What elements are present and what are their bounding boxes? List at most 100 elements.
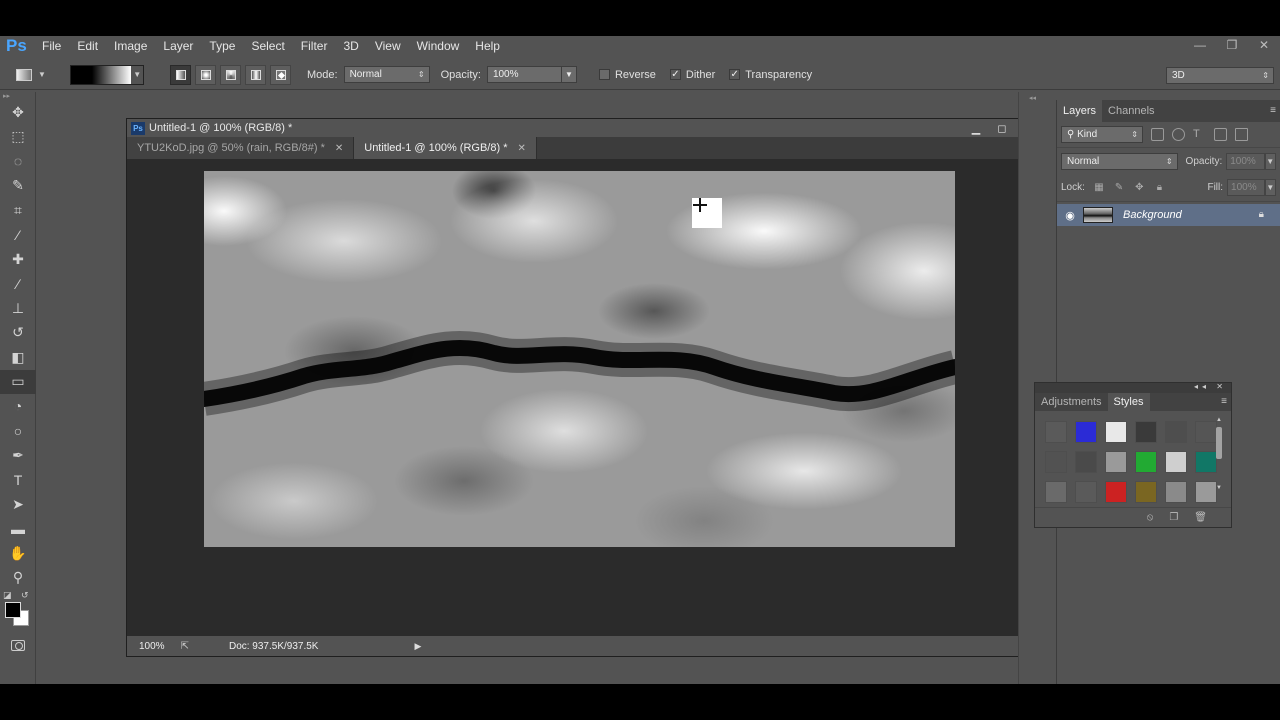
menu-window[interactable]: Window — [409, 36, 468, 56]
transparency-checkbox[interactable]: ✓ — [729, 69, 741, 80]
menu-view[interactable]: View — [367, 36, 409, 56]
reverse-option[interactable]: Reverse — [598, 69, 656, 81]
dodge-tool-icon[interactable]: ○ — [0, 419, 36, 444]
pixel-filter-icon[interactable] — [1151, 128, 1164, 141]
tab-channels[interactable]: Channels — [1102, 100, 1160, 122]
lasso-tool-icon[interactable]: ◌ — [0, 149, 36, 174]
menu-filter[interactable]: Filter — [293, 36, 336, 56]
tab-untitled-1[interactable]: Untitled-1 @ 100% (RGB/8) * ✕ — [354, 137, 537, 159]
style-swatch[interactable] — [1045, 451, 1067, 473]
smart-object-filter-icon[interactable] — [1235, 128, 1248, 141]
quick-selection-tool-icon[interactable]: ✎ — [0, 174, 36, 199]
menu-layer[interactable]: Layer — [155, 36, 201, 56]
swap-colors-icon[interactable]: ↺ — [21, 590, 29, 601]
healing-brush-tool-icon[interactable]: ✚ — [0, 247, 36, 272]
type-filter-icon[interactable]: T — [1193, 128, 1206, 141]
export-icon[interactable]: ⇱ — [181, 641, 189, 652]
panel-grip[interactable]: ▸▸ — [0, 92, 35, 100]
marquee-tool-icon[interactable]: ⬚ — [0, 125, 36, 150]
rectangle-tool-icon[interactable]: ▬ — [0, 517, 36, 542]
style-swatch[interactable] — [1165, 421, 1187, 443]
close-button[interactable]: ✕ — [1248, 36, 1280, 56]
panel-header-bar[interactable]: ◂◂ ✕ — [1035, 382, 1231, 393]
chevron-down-icon[interactable]: ▼ — [1264, 152, 1276, 170]
style-swatch[interactable] — [1105, 421, 1127, 443]
foreground-color[interactable] — [5, 602, 21, 618]
lock-position-icon[interactable]: ✥ — [1133, 182, 1145, 194]
style-swatch[interactable] — [1045, 481, 1067, 503]
hand-tool-icon[interactable]: ✋ — [0, 541, 36, 566]
gradient-preview[interactable] — [71, 65, 132, 84]
trash-icon[interactable]: 🗑︎ — [1194, 512, 1207, 523]
shape-filter-icon[interactable] — [1214, 128, 1227, 141]
style-swatch[interactable] — [1045, 421, 1067, 443]
minimize-button[interactable]: — — [1184, 36, 1216, 56]
default-colors-icon[interactable]: ◪ — [3, 590, 12, 601]
menu-help[interactable]: Help — [467, 36, 508, 56]
document-titlebar[interactable]: Ps Untitled-1 @ 100% (RGB/8) * ▁ ◻ ✕ — [127, 119, 1047, 137]
style-swatch[interactable] — [1195, 451, 1217, 473]
zoom-tool-icon[interactable]: ⚲ — [0, 566, 36, 591]
blend-mode-dropdown[interactable]: Normal ⇕ — [1061, 152, 1178, 170]
eraser-tool-icon[interactable]: ◧ — [0, 345, 36, 370]
eyedropper-tool-icon[interactable]: ⁄ — [0, 223, 36, 248]
menu-type[interactable]: Type — [201, 36, 243, 56]
close-icon[interactable]: ✕ — [335, 143, 343, 154]
style-swatch[interactable] — [1135, 481, 1157, 503]
history-brush-tool-icon[interactable]: ↺ — [0, 321, 36, 346]
eye-icon[interactable]: ◉ — [1057, 209, 1083, 222]
scroll-down-icon[interactable]: ▼ — [1215, 485, 1223, 493]
style-swatch[interactable] — [1075, 481, 1097, 503]
angle-gradient-button[interactable] — [220, 64, 241, 85]
move-tool-icon[interactable]: ✥ — [0, 100, 36, 125]
scroll-up-icon[interactable]: ▲ — [1215, 417, 1223, 425]
canvas-image[interactable] — [204, 171, 955, 547]
transparency-option[interactable]: ✓ Transparency — [729, 69, 812, 81]
style-swatch[interactable] — [1135, 451, 1157, 473]
diamond-gradient-button[interactable] — [270, 64, 291, 85]
style-swatch[interactable] — [1195, 421, 1217, 443]
panel-grip[interactable]: ◂◂ — [1019, 92, 1048, 102]
close-icon[interactable]: ✕ — [517, 143, 525, 154]
crop-tool-icon[interactable]: ⌗ — [0, 198, 36, 223]
opacity-field[interactable]: 100% ▼ — [486, 66, 577, 83]
clone-stamp-tool-icon[interactable]: ⊥ — [0, 296, 36, 321]
lock-image-icon[interactable]: ✎ — [1113, 182, 1125, 194]
blur-tool-icon[interactable]: ◔ — [0, 394, 36, 419]
opacity-value[interactable]: 100% — [488, 67, 562, 82]
tab-layers[interactable]: Layers — [1057, 100, 1103, 122]
radial-gradient-button[interactable] — [195, 64, 216, 85]
doc-minimize-button[interactable]: ▁ — [967, 122, 985, 135]
kind-filter-dropdown[interactable]: ⚲ Kind ⇕ — [1061, 126, 1143, 143]
style-swatch[interactable] — [1105, 451, 1127, 473]
menu-file[interactable]: File — [34, 36, 69, 56]
play-arrow-icon[interactable]: ▶ — [414, 641, 421, 652]
menu-3d[interactable]: 3D — [335, 36, 366, 56]
style-swatch[interactable] — [1195, 481, 1217, 503]
tab-styles[interactable]: Styles — [1107, 393, 1150, 411]
gradient-picker[interactable]: ▼ — [70, 64, 144, 85]
menu-select[interactable]: Select — [243, 36, 292, 56]
linear-gradient-button[interactable] — [170, 64, 191, 85]
gradient-tool-icon[interactable]: ▭ — [0, 369, 36, 394]
style-swatch[interactable] — [1165, 481, 1187, 503]
new-style-icon[interactable]: ❐ — [1169, 512, 1178, 523]
dither-checkbox[interactable]: ✓ — [669, 69, 681, 80]
chevron-down-icon[interactable]: ▼ — [562, 67, 576, 82]
canvas-pasteboard[interactable] — [127, 159, 1047, 636]
layer-opacity-field[interactable]: 100% — [1226, 152, 1265, 170]
restore-button[interactable]: ❐ — [1216, 36, 1248, 56]
lock-all-icon[interactable]: 🔒︎ — [1153, 182, 1165, 194]
panel-menu-icon[interactable]: ≡ — [1221, 396, 1227, 407]
scroll-thumb[interactable] — [1216, 427, 1222, 459]
type-tool-icon[interactable]: T — [0, 468, 36, 493]
clear-style-icon[interactable]: ⦸ — [1147, 512, 1154, 523]
brush-tool-icon[interactable]: ∕ — [0, 272, 36, 297]
styles-scrollbar[interactable]: ▲ ▼ — [1215, 417, 1223, 501]
quick-mask-button[interactable] — [0, 634, 36, 656]
layer-name[interactable]: Background — [1123, 209, 1182, 221]
reverse-checkbox[interactable] — [598, 69, 610, 80]
panel-collapse-close-icons[interactable]: ◂◂ ✕ — [1194, 382, 1227, 391]
tab-ytu2kod[interactable]: YTU2KoD.jpg @ 50% (rain, RGB/8#) * ✕ — [127, 137, 355, 159]
tool-preset-picker[interactable]: ▼ — [16, 64, 64, 86]
